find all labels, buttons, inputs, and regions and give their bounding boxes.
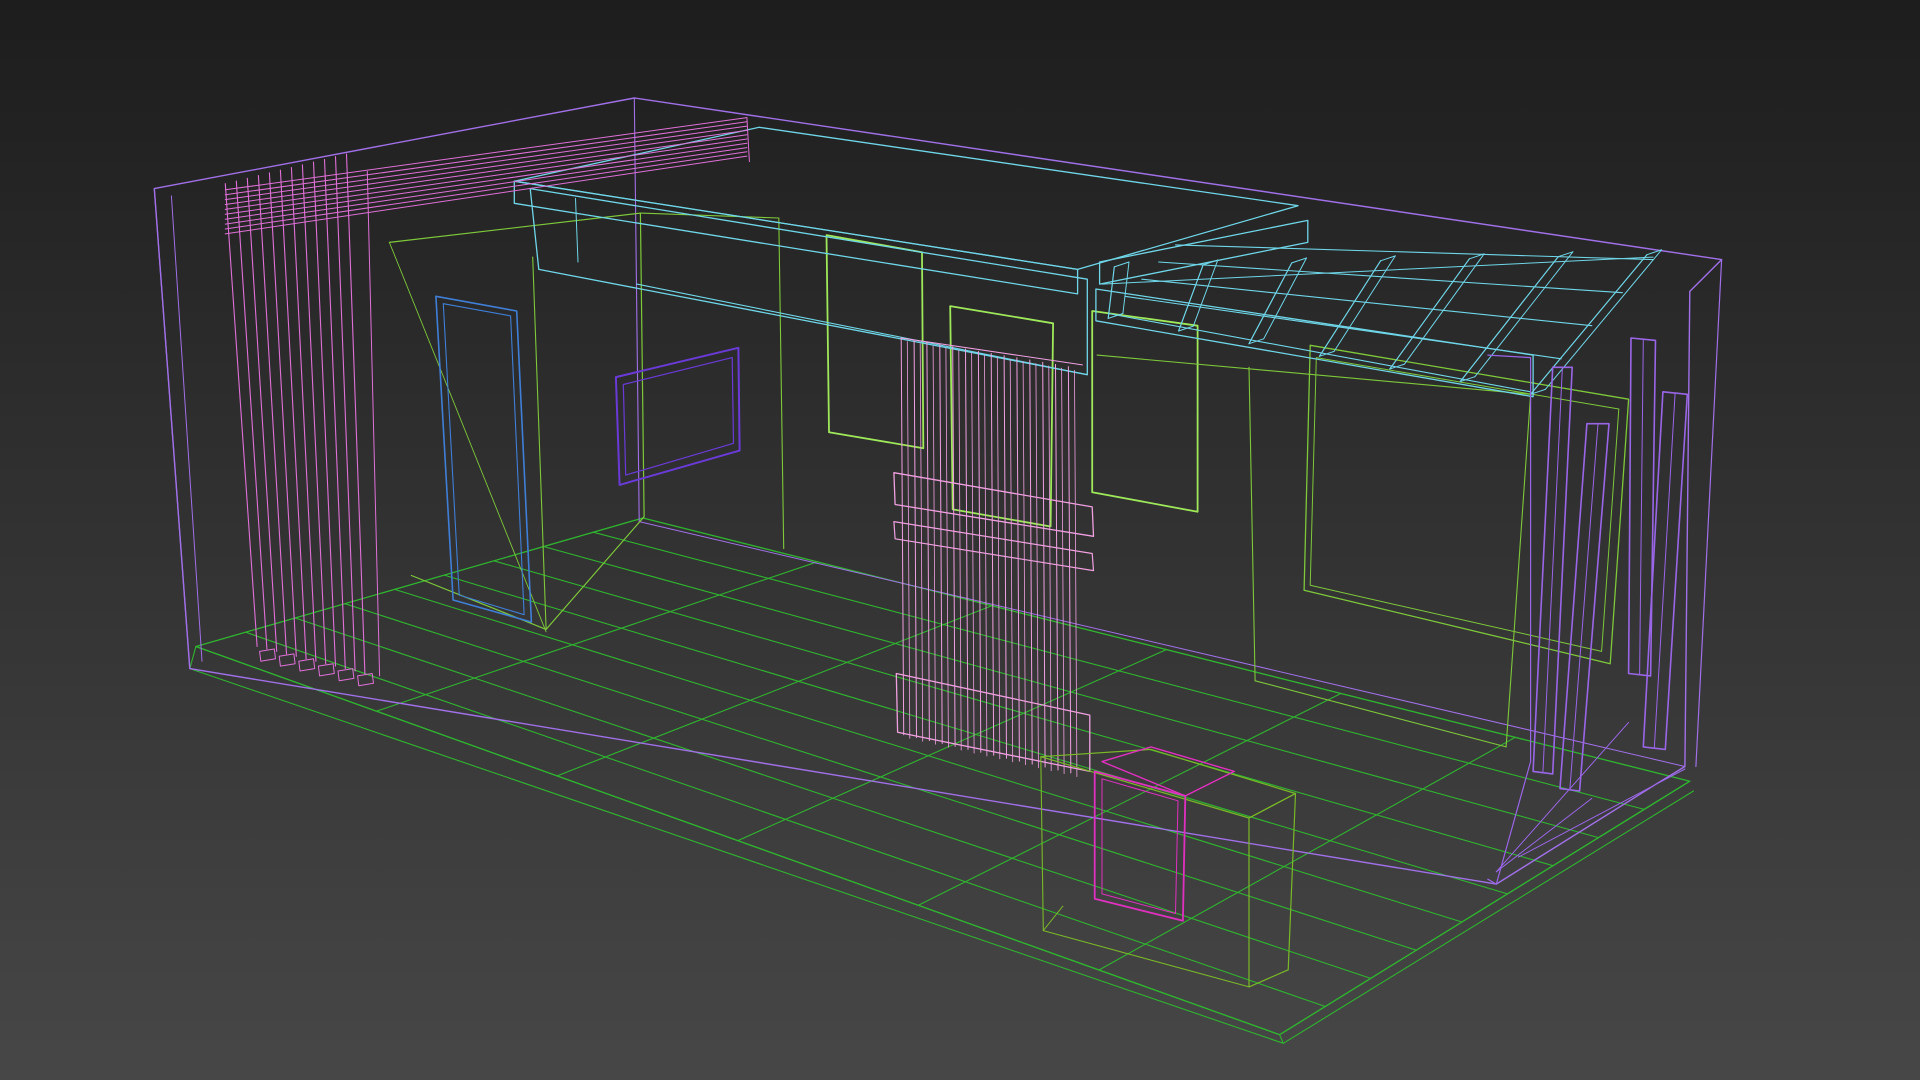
curtain-hem xyxy=(317,663,335,677)
curtain-header-line xyxy=(224,117,748,191)
curtain-header-end xyxy=(746,117,750,163)
screen-slat xyxy=(1048,365,1052,772)
right-wall-frame[interactable] xyxy=(1096,354,1532,748)
tv-panel-frame xyxy=(1303,344,1630,665)
inner-walls[interactable] xyxy=(388,212,1630,748)
floor-front-edge xyxy=(1279,780,1691,1036)
cabinet-top xyxy=(1040,748,1297,819)
floor-tile-line xyxy=(1098,736,1516,971)
curtain-hem xyxy=(259,648,276,662)
shell-outline xyxy=(153,97,1723,885)
cabinet-side xyxy=(1248,792,1297,988)
floor-tile-line xyxy=(556,605,993,777)
screen-top xyxy=(900,337,1083,366)
cabinet-base xyxy=(1042,930,1250,988)
soffit-front-face xyxy=(513,180,1079,295)
soffit-lower-edge xyxy=(636,283,1088,376)
screen-slat xyxy=(971,352,975,754)
curtain-fold xyxy=(345,153,366,675)
ceiling-slat xyxy=(1459,256,1559,383)
left-curtain[interactable] xyxy=(224,117,750,687)
inner-right-post xyxy=(1248,366,1256,682)
shell-left-inner xyxy=(170,195,203,662)
floor-outline xyxy=(195,517,1691,1036)
screen-slat xyxy=(1067,366,1072,774)
curtain-header-line xyxy=(224,134,748,210)
ceiling-rail xyxy=(1101,256,1654,285)
ceiling-slat xyxy=(1122,261,1130,314)
shell-back-corner xyxy=(633,97,640,523)
ceiling-purlin xyxy=(1107,312,1532,393)
screen-slat xyxy=(1055,363,1059,771)
curtain-hem xyxy=(278,653,296,667)
soffit-return xyxy=(575,197,579,263)
screen-rail-upper-2 xyxy=(893,520,1095,572)
curtain-header-line xyxy=(224,121,748,196)
curtain-header-line xyxy=(224,138,748,215)
screen-slat xyxy=(984,354,988,757)
curtain-fold xyxy=(290,166,317,662)
picture-outer xyxy=(614,346,741,486)
curtain-edge xyxy=(366,170,381,677)
curtain-fold xyxy=(323,158,346,670)
curtain-hem xyxy=(298,658,316,672)
panel-right xyxy=(1091,310,1199,513)
ceiling-slat xyxy=(1107,266,1115,319)
ceiling-slat xyxy=(1177,264,1204,332)
wall-picture[interactable] xyxy=(614,346,741,486)
screen-slat xyxy=(1016,357,1020,762)
wireframe-scene[interactable] xyxy=(0,0,1920,1080)
ceiling-purlin xyxy=(1174,244,1654,261)
column-brace xyxy=(1517,768,1686,858)
floor-front-edge-lower xyxy=(1282,790,1695,1044)
curtain-hem xyxy=(337,668,355,682)
column-edge xyxy=(1639,338,1644,676)
curtain-fold xyxy=(279,169,307,660)
room-shell[interactable] xyxy=(153,97,1723,885)
column xyxy=(1627,337,1657,677)
right-columns[interactable] xyxy=(1487,337,1689,885)
ceiling-slat xyxy=(1529,254,1648,395)
column xyxy=(1642,390,1689,751)
column-edge xyxy=(1653,392,1676,749)
screen-slat xyxy=(1042,361,1046,768)
column-edge xyxy=(1542,366,1563,774)
shell-left-edge xyxy=(153,188,191,670)
inner-right-base xyxy=(1254,680,1507,748)
right-wall-post xyxy=(1505,393,1532,748)
curtain-fold xyxy=(312,161,337,667)
shell-right-edge xyxy=(1695,259,1723,768)
ceiling-slat xyxy=(1192,259,1219,327)
perspective-viewport[interactable] xyxy=(0,0,1920,1080)
soffit-right-cap xyxy=(1098,219,1309,285)
screen-slat xyxy=(1022,361,1026,766)
screen-slat xyxy=(996,356,1001,760)
curtain-header-line xyxy=(224,125,748,201)
soffit-top xyxy=(513,126,1299,271)
floor-tile-line xyxy=(375,561,818,712)
ceiling-slat-cap xyxy=(1113,261,1130,268)
tv-panel-inner xyxy=(1309,357,1620,652)
cabinet-panel-inner xyxy=(1101,778,1179,914)
door-leaf xyxy=(442,303,525,616)
screen-slat xyxy=(1009,358,1014,763)
cabinet-panel[interactable] xyxy=(1093,746,1236,922)
screen-slat xyxy=(1061,367,1065,774)
screen-slat xyxy=(1029,359,1033,765)
curtain-fold xyxy=(301,164,327,665)
inner-wall-post xyxy=(778,217,785,550)
floor-cabinet[interactable] xyxy=(1040,748,1297,988)
curtain-fold xyxy=(334,156,356,672)
screen-slat xyxy=(958,349,962,751)
screen-slat xyxy=(1074,369,1078,777)
ceiling-slat xyxy=(1389,258,1471,370)
screen-slat xyxy=(906,341,911,739)
column-frame xyxy=(1487,354,1532,885)
ceiling-slat xyxy=(1404,253,1485,365)
